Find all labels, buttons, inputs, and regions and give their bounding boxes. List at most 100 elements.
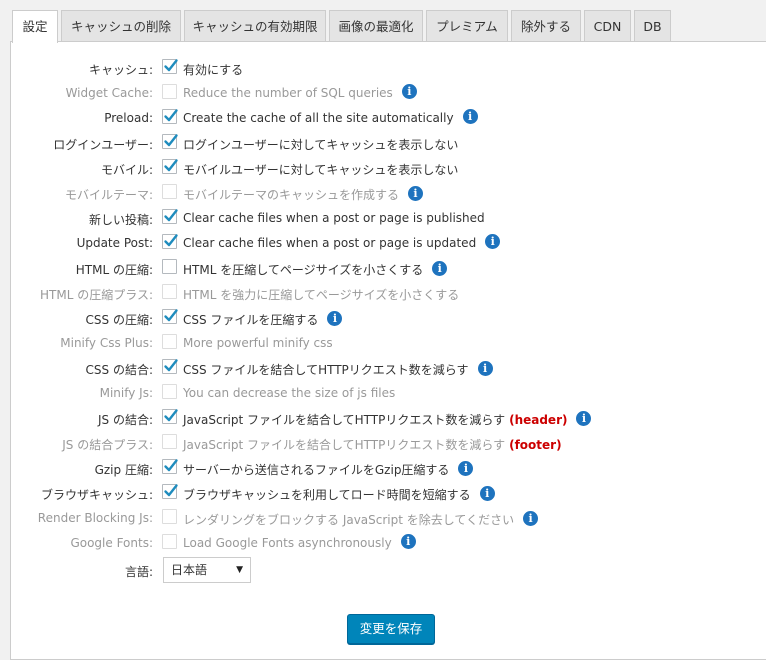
setting-label: Minify Js: <box>99 386 153 400</box>
setting-description: サーバーから送信されるファイルをGzip圧縮する i <box>183 461 474 478</box>
tab-settings[interactable]: 設定 <box>12 10 58 43</box>
setting-row: キャッシュ: 有効にする <box>11 59 766 79</box>
setting-row: モバイル: モバイルユーザーに対してキャッシュを表示しない <box>11 159 766 179</box>
tab-cache-timeout[interactable]: キャッシュの有効期限 <box>184 10 326 41</box>
setting-text: Clear cache files when a post or page is… <box>183 211 485 225</box>
setting-label: Preload: <box>104 111 153 125</box>
setting-checkbox[interactable] <box>162 334 177 349</box>
position-tag: (header) <box>509 413 568 427</box>
setting-checkbox[interactable] <box>162 184 177 199</box>
setting-checkbox[interactable] <box>162 484 178 499</box>
setting-text: Load Google Fonts asynchronously <box>183 536 392 550</box>
setting-checkbox[interactable] <box>162 259 177 274</box>
language-select[interactable]: 日本語 ▼ <box>163 557 251 583</box>
setting-label: Render Blocking Js: <box>37 511 153 525</box>
setting-label: JS の結合: <box>97 413 153 427</box>
setting-description: You can decrease the size of js files <box>183 386 395 400</box>
setting-description: ログインユーザーに対してキャッシュを表示しない <box>183 136 458 153</box>
checkmark-icon <box>164 234 178 247</box>
setting-checkbox[interactable] <box>162 159 178 174</box>
setting-text: JavaScript ファイルを結合してHTTPリクエスト数を減らす <box>183 413 506 427</box>
info-icon[interactable]: i <box>523 511 539 526</box>
checkmark-icon <box>164 134 178 147</box>
setting-checkbox[interactable] <box>162 209 178 224</box>
setting-checkbox[interactable] <box>162 309 178 324</box>
setting-row: Update Post: Clear cache files when a pos… <box>11 234 766 254</box>
setting-checkbox[interactable] <box>162 234 178 249</box>
setting-checkbox[interactable] <box>162 59 178 74</box>
info-icon[interactable]: i <box>401 84 417 99</box>
setting-row: ログインユーザー: ログインユーザーに対してキャッシュを表示しない <box>11 134 766 154</box>
setting-description: モバイルテーマのキャッシュを作成する i <box>183 186 424 203</box>
setting-description: CSS ファイルを結合してHTTPリクエスト数を減らす i <box>183 361 493 378</box>
setting-text: ログインユーザーに対してキャッシュを表示しない <box>183 138 459 152</box>
setting-checkbox[interactable] <box>162 359 178 374</box>
setting-description: Create the cache of all the site automat… <box>183 109 478 126</box>
setting-row: Google Fonts: Load Google Fonts asynchron… <box>11 534 766 554</box>
setting-label: HTML の圧縮: <box>75 263 153 277</box>
checkmark-icon <box>164 359 178 372</box>
chevron-down-icon: ▼ <box>236 565 243 575</box>
info-icon[interactable]: i <box>477 361 493 376</box>
setting-checkbox[interactable] <box>162 84 177 99</box>
info-icon[interactable]: i <box>462 109 478 124</box>
tab-db[interactable]: DB <box>634 10 671 41</box>
setting-checkbox[interactable] <box>162 434 177 449</box>
setting-row: ブラウザキャッシュ: ブラウザキャッシュを利用してロード時間を短縮する i <box>11 484 766 504</box>
setting-label: ブラウザキャッシュ: <box>40 488 153 502</box>
tab-premium[interactable]: プレミアム <box>426 10 508 41</box>
tab-cdn[interactable]: CDN <box>584 10 631 41</box>
setting-checkbox[interactable] <box>162 534 177 549</box>
setting-checkbox[interactable] <box>162 384 177 399</box>
setting-checkbox[interactable] <box>162 109 178 124</box>
info-icon[interactable]: i <box>576 411 592 426</box>
tab-delete-cache[interactable]: キャッシュの削除 <box>61 10 181 41</box>
setting-description: ブラウザキャッシュを利用してロード時間を短縮する i <box>183 486 495 503</box>
info-icon[interactable]: i <box>400 534 416 549</box>
setting-label: ログインユーザー: <box>53 138 153 152</box>
save-button[interactable]: 変更を保存 <box>347 614 435 644</box>
setting-row: HTML の圧縮: HTML を圧縮してページサイズを小さくする i <box>11 259 766 279</box>
setting-text: CSS ファイルを結合してHTTPリクエスト数を減らす <box>183 363 469 377</box>
setting-checkbox[interactable] <box>162 409 178 424</box>
setting-checkbox[interactable] <box>162 134 178 149</box>
setting-label: JS の結合プラス: <box>62 438 153 452</box>
checkmark-icon <box>164 209 178 222</box>
setting-text: モバイルユーザーに対してキャッシュを表示しない <box>183 163 459 177</box>
info-icon[interactable]: i <box>458 461 474 476</box>
setting-description: Clear cache files when a post or page is… <box>183 211 485 225</box>
position-tag: (footer) <box>509 438 562 452</box>
setting-description: 有効にする <box>183 61 243 78</box>
setting-checkbox[interactable] <box>162 509 177 524</box>
info-icon[interactable]: i <box>479 486 495 501</box>
info-icon[interactable]: i <box>485 234 501 249</box>
setting-description: JavaScript ファイルを結合してHTTPリクエスト数を減らす (foote… <box>183 436 562 453</box>
setting-text: JavaScript ファイルを結合してHTTPリクエスト数を減らす <box>183 438 506 452</box>
setting-text: You can decrease the size of js files <box>183 386 396 400</box>
setting-description: Reduce the number of SQL queries i <box>183 84 417 101</box>
setting-label: キャッシュ: <box>88 63 153 77</box>
setting-checkbox[interactable] <box>162 459 178 474</box>
setting-label: Google Fonts: <box>70 536 153 550</box>
setting-checkbox[interactable] <box>162 284 177 299</box>
info-icon[interactable]: i <box>327 311 343 326</box>
info-icon[interactable]: i <box>432 261 448 276</box>
setting-description: HTML を圧縮してページサイズを小さくする i <box>183 261 448 278</box>
setting-label: Minify Css Plus: <box>60 336 153 350</box>
setting-description: CSS ファイルを圧縮する i <box>183 311 343 328</box>
setting-text: 有効にする <box>183 63 244 77</box>
tab-exclude[interactable]: 除外する <box>511 10 581 41</box>
setting-text: モバイルテーマのキャッシュを作成する <box>183 188 400 202</box>
setting-description: Clear cache files when a post or page is… <box>183 234 501 251</box>
checkmark-icon <box>164 309 178 322</box>
info-icon[interactable]: i <box>408 186 424 201</box>
setting-label: モバイルテーマ: <box>64 188 153 202</box>
checkmark-icon <box>164 109 178 122</box>
setting-description: モバイルユーザーに対してキャッシュを表示しない <box>183 161 458 178</box>
setting-text: Clear cache files when a post or page is… <box>183 236 477 250</box>
setting-row: 新しい投稿: Clear cache files when a post or p… <box>11 209 766 229</box>
setting-text: Reduce the number of SQL queries <box>183 86 393 100</box>
setting-row: Gzip 圧縮: サーバーから送信されるファイルをGzip圧縮する i <box>11 459 766 479</box>
tab-image-optimization[interactable]: 画像の最適化 <box>329 10 423 41</box>
checkmark-icon <box>164 59 178 72</box>
